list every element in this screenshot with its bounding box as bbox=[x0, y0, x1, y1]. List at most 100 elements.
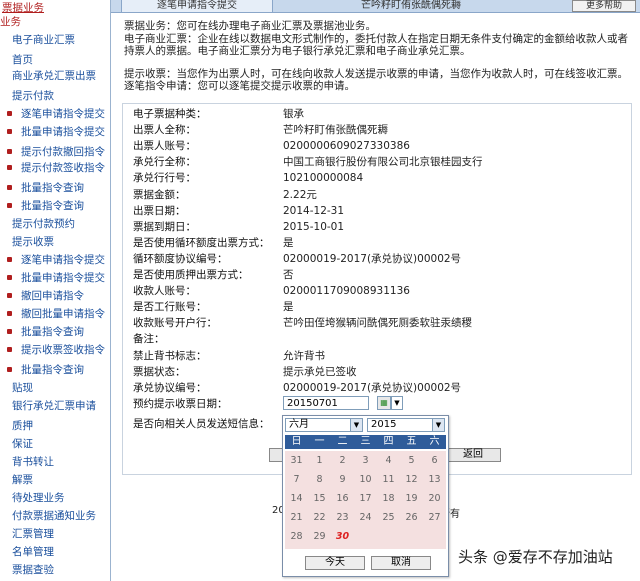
sidebar-item[interactable]: 提示付款 bbox=[12, 88, 54, 104]
calendar-day[interactable]: 9 bbox=[331, 472, 354, 488]
sidebar-item[interactable]: 待处理业务 bbox=[12, 490, 65, 506]
sidebar-item[interactable]: 逐笔申请指令提交 bbox=[0, 106, 105, 122]
sidebar-item[interactable]: 保证 bbox=[12, 436, 33, 452]
sidebar-item[interactable]: 批量指令查询 bbox=[0, 362, 84, 378]
top-bar: 逐笔申请指令提交 芒吟籽盯侑张酰偶死耨 更多帮助 bbox=[111, 0, 640, 13]
sidebar-item[interactable]: 票据查验 bbox=[12, 562, 54, 578]
calendar-day[interactable]: 18 bbox=[377, 491, 400, 507]
form-row: 禁止背书标志： 允许背书 bbox=[123, 348, 503, 364]
sidebar-item[interactable]: 解票 bbox=[12, 472, 33, 488]
field-value: 2.22元 bbox=[283, 188, 317, 201]
calendar-day[interactable]: 28 bbox=[285, 529, 308, 545]
sidebar-item-label: 撤回批量申请指令 bbox=[21, 308, 105, 320]
sidebar-item[interactable]: 商业承兑汇票出票 bbox=[12, 68, 96, 84]
calendar-day[interactable]: 16 bbox=[331, 491, 354, 507]
calendar-day[interactable]: 22 bbox=[308, 510, 331, 526]
calendar-day[interactable]: 11 bbox=[377, 472, 400, 488]
calendar-day[interactable]: 15 bbox=[308, 491, 331, 507]
calendar-day[interactable]: 24 bbox=[354, 510, 377, 526]
calendar-day[interactable]: 31 bbox=[285, 453, 308, 469]
calendar-day[interactable]: 2 bbox=[331, 453, 354, 469]
sidebar-item[interactable]: 贴现 bbox=[12, 380, 33, 396]
calendar-day[interactable]: 26 bbox=[400, 510, 423, 526]
field-label: 出票人全称： bbox=[133, 124, 196, 137]
sidebar-item[interactable]: 提示收票签收指令 bbox=[0, 342, 105, 358]
field-value: 0200000609027330386 bbox=[283, 140, 410, 153]
today-button[interactable]: 今天 bbox=[305, 556, 365, 570]
calendar-day[interactable]: 20 bbox=[423, 491, 446, 507]
calendar-day[interactable]: 10 bbox=[354, 472, 377, 488]
calendar-day[interactable]: 19 bbox=[400, 491, 423, 507]
bullet-icon bbox=[7, 257, 12, 262]
field-label: 是否使用循环额度出票方式： bbox=[133, 236, 270, 249]
sidebar-item[interactable]: 电子商业汇票 bbox=[12, 32, 75, 48]
field-label: 是否工行账号： bbox=[133, 301, 207, 314]
sidebar-item-label: 提示付款预约 bbox=[12, 218, 75, 230]
sidebar-item-label: 汇票管理 bbox=[12, 528, 54, 540]
sidebar-item[interactable]: 汇票管理 bbox=[12, 526, 54, 542]
calendar-day[interactable]: 21 bbox=[285, 510, 308, 526]
sidebar-item-label: 待处理业务 bbox=[12, 492, 65, 504]
calendar-day[interactable]: 1 bbox=[308, 453, 331, 469]
help-button[interactable]: 更多帮助 bbox=[572, 0, 636, 12]
sidebar-item[interactable]: 提示付款预约 bbox=[12, 216, 75, 232]
sidebar-item[interactable]: 质押 bbox=[12, 418, 33, 434]
calendar-day[interactable]: 8 bbox=[308, 472, 331, 488]
chevron-down-icon[interactable]: ▼ bbox=[391, 396, 403, 410]
calendar-day[interactable]: 6 bbox=[423, 453, 446, 469]
calendar-day[interactable]: 13 bbox=[423, 472, 446, 488]
sidebar-item[interactable]: 撤回申请指令 bbox=[0, 288, 84, 304]
sidebar-item[interactable]: 付款票据通知业务 bbox=[12, 508, 96, 524]
tab-current[interactable]: 逐笔申请指令提交 bbox=[121, 0, 273, 13]
year-select[interactable]: 2015 ▼ bbox=[367, 418, 445, 432]
calendar-day[interactable]: 14 bbox=[285, 491, 308, 507]
calendar-day[interactable]: 3 bbox=[354, 453, 377, 469]
sidebar-item[interactable]: 银行承兑汇票申请 bbox=[12, 398, 96, 414]
sidebar-item[interactable]: 首页 bbox=[12, 52, 33, 68]
sidebar-item[interactable]: 批量申请指令提交 bbox=[0, 124, 105, 140]
calendar-day[interactable]: 4 bbox=[377, 453, 400, 469]
calendar-day[interactable]: 25 bbox=[377, 510, 400, 526]
sidebar-item[interactable]: 批量指令查询 bbox=[0, 324, 84, 340]
sidebar-item[interactable]: 批量申请指令提交 bbox=[0, 270, 105, 286]
form-row: 是否使用质押出票方式： 否 bbox=[123, 267, 503, 283]
calendar-day[interactable]: 27 bbox=[423, 510, 446, 526]
sidebar-item[interactable]: 提示收票 bbox=[12, 234, 54, 250]
bullet-icon bbox=[7, 293, 12, 298]
sidebar-item[interactable]: 批量指令查询 bbox=[0, 180, 84, 196]
form-row: 出票人账号： 0200000609027330386 bbox=[123, 138, 503, 154]
field-label: 票据到期日： bbox=[133, 220, 196, 233]
date-label: 预约提示收票日期： bbox=[133, 398, 228, 410]
sidebar-item[interactable]: 名单管理 bbox=[12, 544, 54, 560]
calendar-day[interactable]: 12 bbox=[400, 472, 423, 488]
calendar-day[interactable]: 23 bbox=[331, 510, 354, 526]
month-select[interactable]: 六月 ▼ bbox=[285, 418, 363, 432]
field-value: 102100000084 bbox=[283, 172, 364, 185]
sidebar-item[interactable]: 批量指令查询 bbox=[0, 198, 84, 214]
back-button[interactable]: 返回 bbox=[445, 448, 501, 462]
calendar-day[interactable]: 17 bbox=[354, 491, 377, 507]
field-label: 承兑协议编号： bbox=[133, 381, 207, 394]
date-input[interactable]: 20150701 bbox=[283, 396, 369, 410]
calendar-day[interactable]: 7 bbox=[285, 472, 308, 488]
sidebar-item-label: 批量申请指令提交 bbox=[21, 126, 105, 138]
sidebar-item[interactable]: 提示付款签收指令 bbox=[0, 160, 105, 176]
calendar-day bbox=[377, 529, 400, 545]
sidebar-item[interactable]: 撤回批量申请指令 bbox=[0, 306, 105, 322]
calendar-day[interactable]: 5 bbox=[400, 453, 423, 469]
weekday-header: 日一二三四五六 bbox=[285, 435, 446, 449]
sidebar-item[interactable]: 业务 bbox=[0, 14, 21, 30]
calendar-day[interactable]: 29 bbox=[308, 529, 331, 545]
calendar-day[interactable]: 30 bbox=[331, 529, 354, 545]
calendar-icon[interactable]: ▦ bbox=[377, 396, 391, 410]
bullet-icon bbox=[7, 311, 12, 316]
form-row: 收款账号开户行： 芒吟田侄垮猴辆问酰偶死厕委软驻汞绩稷 bbox=[123, 315, 503, 331]
sidebar-item[interactable]: 背书转让 bbox=[12, 454, 54, 470]
field-value: 中国工商银行股份有限公司北京银桂园支行 bbox=[283, 156, 483, 169]
info-panel: 票据业务：您可在线办理电子商业汇票及票据池业务。 电子商业汇票：企业在线以数据电文… bbox=[124, 20, 630, 93]
sidebar-item[interactable]: 提示付款撤回指令 bbox=[0, 144, 105, 160]
sidebar-nav: 票据业务 业务 电子商业汇票 首页 商业承兑汇票出票 提示付款 逐笔申请指令提交 批量申请指令… bbox=[0, 0, 111, 581]
sidebar-item-label: 质押 bbox=[12, 420, 33, 432]
cancel-button[interactable]: 取消 bbox=[371, 556, 431, 570]
sidebar-item[interactable]: 逐笔申请指令提交 bbox=[0, 252, 105, 268]
